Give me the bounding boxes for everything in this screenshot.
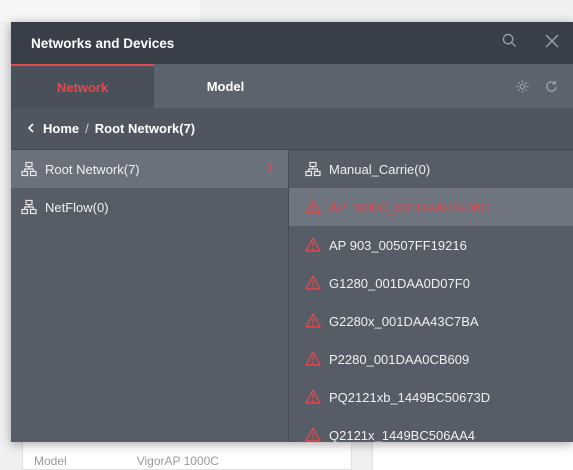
device-item-label: AP 903_00507FF19216 bbox=[329, 237, 467, 253]
device-item[interactable]: AP 903_00507FF19216 bbox=[289, 226, 573, 264]
breadcrumb-current: Root Network(7) bbox=[94, 121, 196, 136]
content-area: Root Network(7) NetFlow(0) Manual_Carrie… bbox=[11, 150, 573, 442]
breadcrumb-home[interactable]: Home bbox=[43, 121, 79, 136]
device-item-label: G1280_001DAA0D07F0 bbox=[329, 275, 470, 291]
network-item-netflow[interactable]: NetFlow(0) bbox=[11, 188, 288, 226]
networks-devices-panel: Networks and Devices Network Model Home … bbox=[11, 22, 573, 442]
back-chevron-icon[interactable] bbox=[27, 121, 35, 136]
tab-model[interactable]: Model bbox=[154, 64, 297, 108]
background-header bbox=[0, 0, 200, 22]
device-item[interactable]: PQ2121xb_1449BC50673D bbox=[289, 378, 573, 416]
device-item-label: PQ2121xb_1449BC50673D bbox=[329, 389, 491, 405]
search-icon[interactable] bbox=[502, 33, 517, 53]
warning-icon bbox=[305, 275, 321, 291]
warning-icon bbox=[305, 351, 321, 367]
device-item-label: G2280x_001DAA43C7BA bbox=[329, 313, 479, 329]
network-item-root[interactable]: Root Network(7) bbox=[11, 150, 288, 188]
warning-icon bbox=[305, 427, 321, 442]
device-item[interactable]: P2280_001DAA0CB609 bbox=[289, 340, 573, 378]
device-list: Manual_Carrie(0) AP 1000C_001DAA04F06C A… bbox=[289, 150, 573, 442]
device-item-label: Manual_Carrie(0) bbox=[329, 161, 431, 177]
close-icon[interactable] bbox=[545, 34, 559, 53]
network-list: Root Network(7) NetFlow(0) bbox=[11, 150, 289, 442]
warning-icon bbox=[305, 237, 321, 253]
background-detail-row: Model VigorAP 1000C bbox=[34, 454, 334, 468]
device-item-label: AP 1000C_001DAA04F06C bbox=[329, 199, 490, 215]
network-icon bbox=[21, 161, 37, 177]
panel-header: Networks and Devices bbox=[11, 22, 573, 64]
device-item[interactable]: AP 1000C_001DAA04F06C bbox=[289, 188, 573, 226]
panel-title: Networks and Devices bbox=[31, 35, 175, 51]
tab-bar: Network Model bbox=[11, 64, 573, 108]
device-item-label: Q2121x_1449BC506AA4 bbox=[329, 427, 476, 443]
warning-icon bbox=[305, 389, 321, 405]
device-item[interactable]: Q2121x_1449BC506AA4 bbox=[289, 416, 573, 442]
device-item-label: P2280_001DAA0CB609 bbox=[329, 351, 470, 367]
chevron-right-icon bbox=[267, 162, 274, 176]
warning-icon bbox=[305, 199, 321, 215]
network-icon bbox=[305, 161, 321, 177]
network-item-label: NetFlow(0) bbox=[45, 199, 109, 215]
network-icon bbox=[21, 199, 37, 215]
background-row-label: Model bbox=[34, 454, 67, 468]
settings-icon[interactable] bbox=[515, 64, 530, 108]
refresh-icon[interactable] bbox=[544, 64, 559, 108]
device-item[interactable]: G2280x_001DAA43C7BA bbox=[289, 302, 573, 340]
network-item-label: Root Network(7) bbox=[45, 161, 140, 177]
device-item-manual-carrie[interactable]: Manual_Carrie(0) bbox=[289, 150, 573, 188]
tab-network[interactable]: Network bbox=[11, 64, 154, 108]
breadcrumb-separator: / bbox=[85, 121, 89, 136]
warning-icon bbox=[305, 313, 321, 329]
breadcrumb: Home / Root Network(7) bbox=[11, 108, 573, 150]
background-row-value: VigorAP 1000C bbox=[136, 454, 219, 468]
device-item[interactable]: G1280_001DAA0D07F0 bbox=[289, 264, 573, 302]
